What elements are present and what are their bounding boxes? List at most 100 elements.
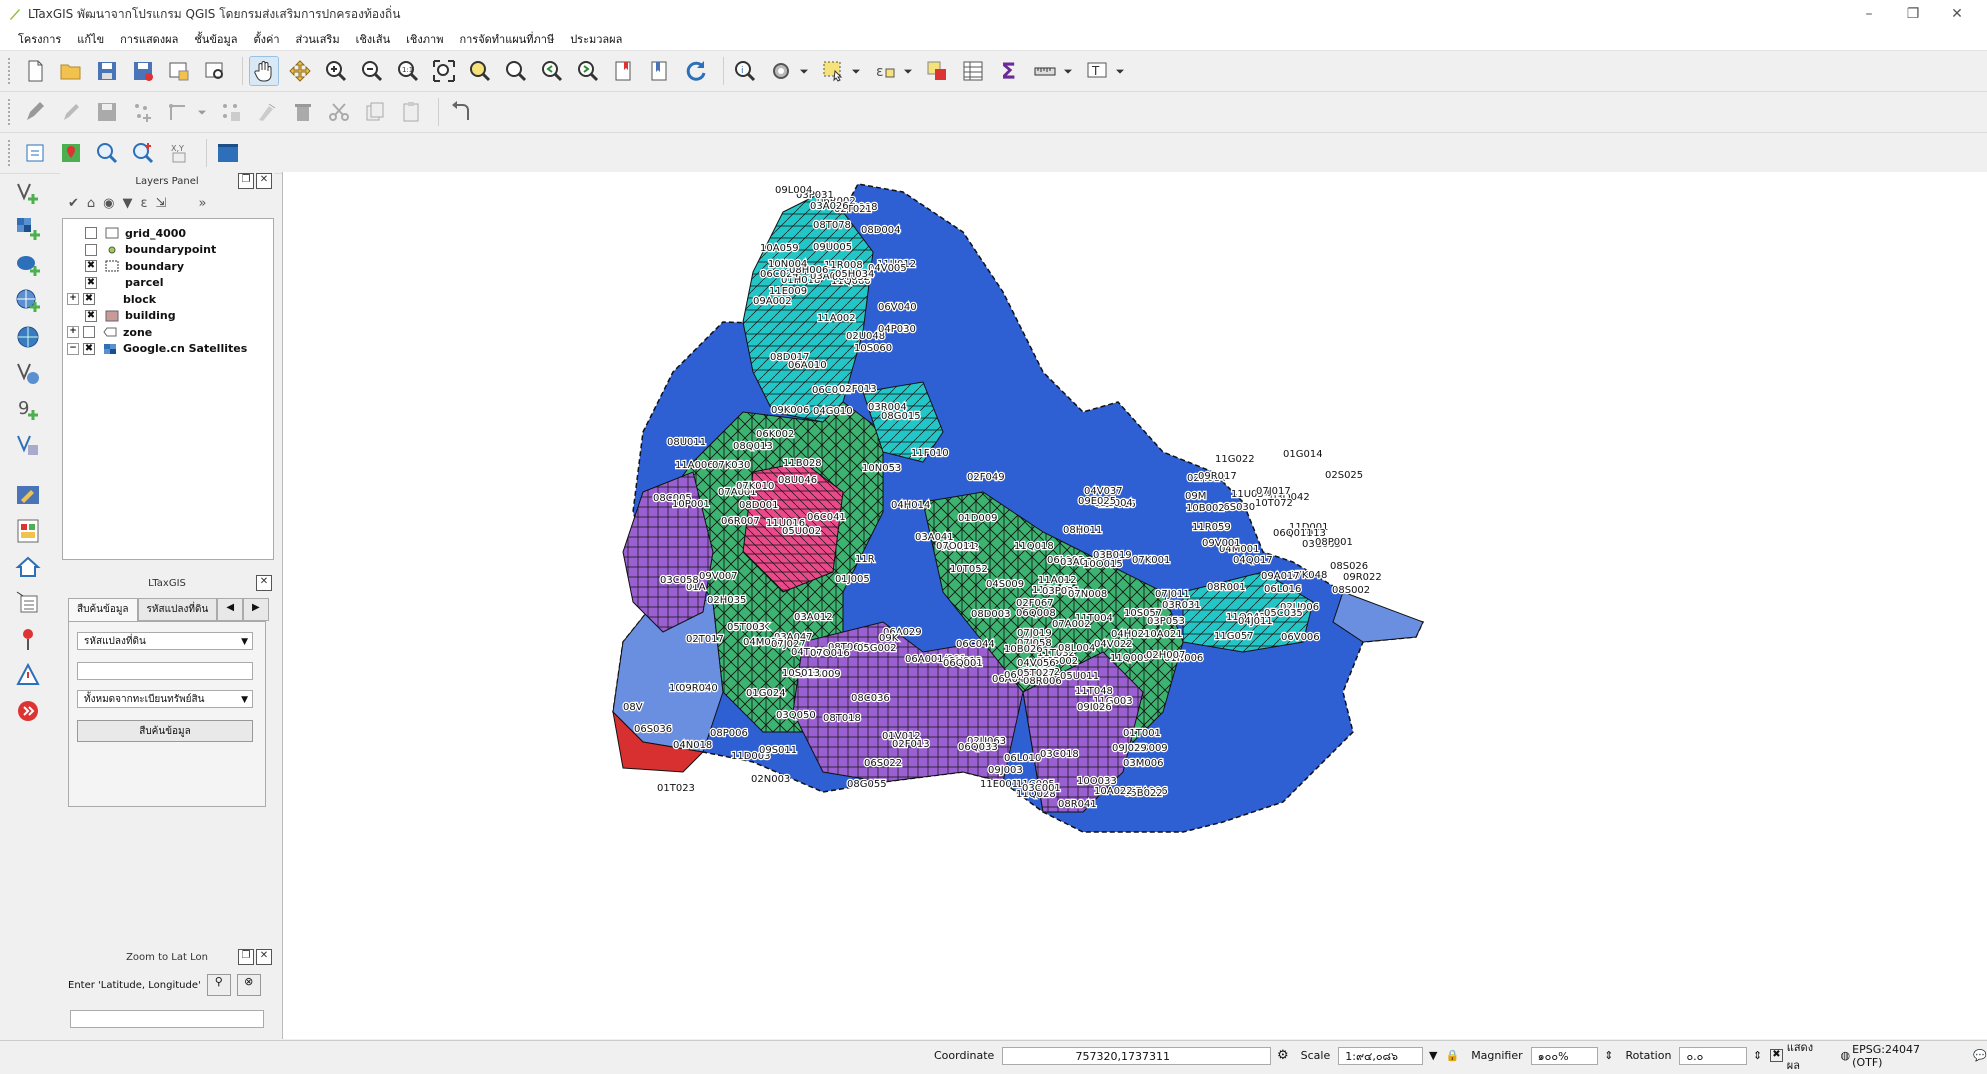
- menu-edit[interactable]: แก้ไข: [69, 30, 112, 48]
- menu-settings[interactable]: ตั้งค่า: [245, 30, 287, 48]
- open-project-button[interactable]: [56, 56, 86, 86]
- add-point-button[interactable]: [128, 97, 158, 127]
- add-wfs-layer-button[interactable]: [8, 322, 48, 352]
- tab-scroll-right[interactable]: ▶: [243, 598, 269, 621]
- expand-layer-icon[interactable]: +: [67, 326, 79, 339]
- float-panel-button[interactable]: ❐: [238, 173, 254, 189]
- layer-checkbox[interactable]: [85, 227, 97, 240]
- expand-all-icon[interactable]: ⇲: [156, 196, 167, 211]
- rotation-spinner-icon[interactable]: ⇕: [1753, 1049, 1762, 1062]
- layer-checkbox[interactable]: [85, 243, 97, 256]
- add-wcs-layer-button[interactable]: [8, 358, 48, 388]
- layer-row-building[interactable]: ✖ building: [63, 308, 273, 325]
- warning-tool-button[interactable]: [8, 660, 48, 690]
- scale-dropdown-icon[interactable]: ▼: [1429, 1049, 1437, 1062]
- layer-row-boundary[interactable]: ✖ boundary: [63, 258, 273, 275]
- coordinate-field[interactable]: 757320,1737311: [1002, 1046, 1271, 1065]
- toolbar-grip[interactable]: [8, 140, 14, 166]
- float-panel-button[interactable]: ❐: [238, 949, 254, 965]
- tab-scroll-left[interactable]: ◀: [217, 598, 244, 621]
- collapse-layer-icon[interactable]: −: [67, 342, 79, 355]
- zoom-next-button[interactable]: [573, 56, 603, 86]
- toolbar-grip[interactable]: [8, 58, 14, 84]
- vertex-tool-button[interactable]: [164, 97, 194, 127]
- pan-to-selection-button[interactable]: [285, 56, 315, 86]
- xy-tool-button[interactable]: X,Y: [164, 138, 194, 168]
- select-features-button[interactable]: [818, 56, 848, 86]
- layer-row-parcel[interactable]: ✖ parcel: [63, 275, 273, 292]
- magnifier-field[interactable]: ๑๐๐%: [1530, 1046, 1599, 1065]
- new-print-layout-button[interactable]: [164, 56, 194, 86]
- trash-button[interactable]: [288, 97, 318, 127]
- save-as-button[interactable]: [128, 56, 158, 86]
- map-pin-tool-button[interactable]: [56, 138, 86, 168]
- lock-scale-icon[interactable]: 🔒: [1445, 1049, 1459, 1062]
- modify-attributes-button[interactable]: [216, 97, 246, 127]
- tab-parcel-code[interactable]: รหัสแปลงที่ดิน: [137, 598, 218, 621]
- zoom-native-button[interactable]: 1:1: [393, 56, 423, 86]
- copy-features-button[interactable]: [360, 97, 390, 127]
- new-project-button[interactable]: [20, 56, 50, 86]
- clear-marker-button[interactable]: ⊗: [236, 974, 261, 996]
- refresh-button[interactable]: [681, 56, 711, 86]
- current-edits-button[interactable]: [20, 97, 50, 127]
- toggle-editing-button[interactable]: [56, 97, 86, 127]
- filter-expression-icon[interactable]: ε: [141, 196, 148, 211]
- menu-raster[interactable]: เชิงภาพ: [398, 30, 451, 48]
- layer-info-button[interactable]: [20, 138, 50, 168]
- layer-checkbox[interactable]: ✖: [85, 309, 97, 322]
- latlon-input[interactable]: [70, 1010, 264, 1028]
- layer-checkbox[interactable]: ✖: [83, 342, 95, 355]
- menu-plugins[interactable]: ส่วนเสริม: [288, 30, 348, 48]
- minimize-button[interactable]: –: [1847, 2, 1891, 26]
- vertex-dropdown[interactable]: [194, 97, 210, 127]
- list-tool-button[interactable]: [8, 588, 48, 618]
- scale-field[interactable]: 1:๙๔,๐๘๖: [1338, 1046, 1424, 1065]
- menu-layer[interactable]: ชั้นข้อมูล: [186, 30, 245, 48]
- report-tool-button[interactable]: [8, 516, 48, 546]
- zoom-last-button[interactable]: [537, 56, 567, 86]
- close-panel-button[interactable]: ✕: [256, 173, 272, 189]
- messages-icon[interactable]: 💬: [1973, 1049, 1987, 1062]
- zoom-to-point-button[interactable]: ⚲: [206, 974, 231, 996]
- menu-tax-map[interactable]: การจัดทำแผนที่ภาษี: [451, 30, 562, 48]
- menu-view[interactable]: การแสดงผล: [112, 30, 186, 48]
- show-bookmarks-button[interactable]: [645, 56, 675, 86]
- delete-selected-button[interactable]: [252, 97, 282, 127]
- deselect-features-button[interactable]: [922, 56, 952, 86]
- layer-checkbox[interactable]: ✖: [85, 260, 97, 273]
- add-delimited-text-button[interactable]: 9: [8, 394, 48, 424]
- layer-row-boundarypoint[interactable]: boundarypoint: [63, 242, 273, 259]
- add-wms-layer-button[interactable]: [8, 286, 48, 316]
- restore-button[interactable]: ❐: [1891, 2, 1935, 26]
- toggle-extents-icon[interactable]: ⚙: [1277, 1048, 1289, 1063]
- magnifier-spinner-icon[interactable]: ⇕: [1604, 1049, 1613, 1062]
- open-attribute-table-button[interactable]: [958, 56, 988, 86]
- annotation-dropdown[interactable]: [1112, 56, 1128, 86]
- zoom-out-button[interactable]: [357, 56, 387, 86]
- expand-layer-icon[interactable]: +: [67, 293, 79, 306]
- pan-map-button[interactable]: [249, 56, 279, 86]
- layer-row-satellite[interactable]: − ✖ Google.cn Satellites: [63, 341, 273, 358]
- map-svg[interactable]: 11A00211A00611A01211C00511D00111D00311D0…: [283, 172, 1987, 1039]
- search-advanced-button[interactable]: [128, 138, 158, 168]
- tab-search-data[interactable]: สืบค้นข้อมูล: [68, 598, 138, 621]
- menu-processing[interactable]: ประมวลผล: [562, 30, 630, 48]
- search-source-select[interactable]: ทั้งหมดจากทะเบียนทรัพย์สิน ▼: [77, 690, 253, 708]
- zoom-full-button[interactable]: [429, 56, 459, 86]
- manage-visibility-icon[interactable]: ◉: [103, 196, 114, 211]
- map-window-button[interactable]: [213, 138, 243, 168]
- map-canvas[interactable]: 11A002 11A006 11A012 11C005 11D001 11D003 11D0…: [282, 172, 1987, 1039]
- select-value-dropdown[interactable]: [900, 56, 916, 86]
- add-virtual-layer-button[interactable]: [8, 430, 48, 460]
- search-data-button[interactable]: สืบค้นข้อมูล: [77, 720, 253, 742]
- layer-row-zone[interactable]: + zone: [63, 324, 273, 341]
- paste-features-button[interactable]: [396, 97, 426, 127]
- zoom-to-layer-button[interactable]: [501, 56, 531, 86]
- search-value-input[interactable]: [77, 662, 253, 680]
- style-manager-icon[interactable]: ✔: [68, 196, 79, 211]
- measure-dropdown[interactable]: [1060, 56, 1076, 86]
- text-annotation-button[interactable]: T: [1082, 56, 1112, 86]
- zoom-in-button[interactable]: [321, 56, 351, 86]
- search-field-select[interactable]: รหัสแปลงที่ดิน ▼: [77, 632, 253, 650]
